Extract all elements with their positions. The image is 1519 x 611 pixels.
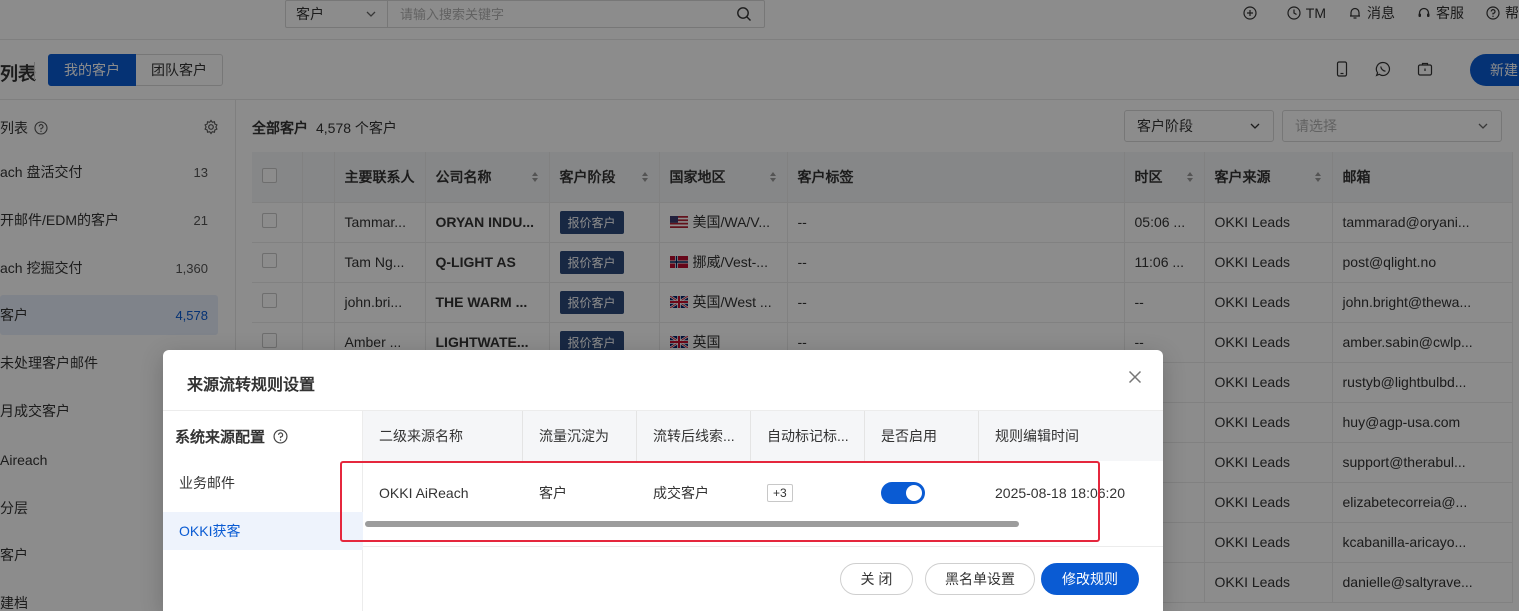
close-icon[interactable]: [1128, 370, 1142, 384]
edit-rule-button[interactable]: 修改规则: [1041, 563, 1139, 595]
close-button[interactable]: 关 闭: [840, 563, 913, 595]
rule-col-settle: 流量沉淀为: [523, 411, 637, 461]
modal-nav-okki-leads[interactable]: OKKI获客: [163, 512, 363, 550]
modal-nav-heading-label: 系统来源配置: [175, 429, 266, 446]
modal-nav-heading: 系统来源配置: [175, 426, 288, 447]
help-icon[interactable]: [273, 429, 288, 444]
rule-col-enabled: 是否启用: [865, 411, 979, 461]
modal-nav-business-mail[interactable]: 业务邮件: [163, 464, 363, 502]
blacklist-settings-button[interactable]: 黑名单设置: [925, 563, 1035, 595]
modal-title: 来源流转规则设置: [187, 377, 316, 394]
modal-footer-divider: [363, 546, 1163, 547]
rule-col-source-name: 二级来源名称: [363, 411, 523, 461]
highlight-annotation: [340, 461, 1100, 542]
modal-source-nav: 系统来源配置 业务邮件 OKKI获客: [163, 411, 363, 611]
rule-col-edit-time: 规则编辑时间: [995, 428, 1079, 444]
rule-col-tags: 自动标记标...: [751, 411, 865, 461]
rule-col-after: 流转后线索...: [637, 411, 751, 461]
rule-table-header: 二级来源名称 流量沉淀为 流转后线索... 自动标记标... 是否启用 规则编辑…: [363, 411, 1163, 461]
